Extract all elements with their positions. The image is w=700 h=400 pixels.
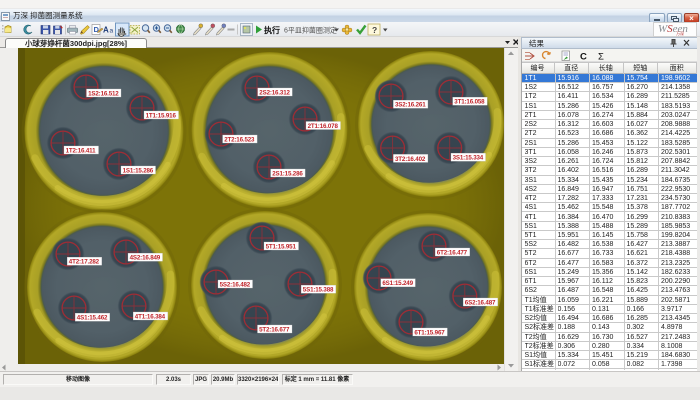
svg-text:D: D <box>94 25 100 34</box>
svg-text:3S2:16.261: 3S2:16.261 <box>395 102 426 109</box>
svg-text:4S2:16.849: 4S2:16.849 <box>130 255 161 262</box>
svg-text:2T1:16.078: 2T1:16.078 <box>308 123 339 130</box>
svg-text:6T1:15.967: 6T1:15.967 <box>414 329 445 336</box>
svg-text:5T1:15.951: 5T1:15.951 <box>266 243 297 250</box>
svg-text:A: A <box>103 26 109 35</box>
svg-text:2S1:15.286: 2S1:15.286 <box>272 170 303 177</box>
svg-text:5S2:16.482: 5S2:16.482 <box>220 281 251 288</box>
svg-text:6T2:16.477: 6T2:16.477 <box>437 249 468 256</box>
svg-text:3T1:16.058: 3T1:16.058 <box>454 99 485 106</box>
svg-text:1S1:15.286: 1S1:15.286 <box>123 167 154 174</box>
svg-text:6S1:15.249: 6S1:15.249 <box>382 280 413 287</box>
svg-text:6S2:16.487: 6S2:16.487 <box>465 299 496 306</box>
svg-text:a: a <box>110 28 114 35</box>
svg-text:4T2:17.282: 4T2:17.282 <box>69 259 100 266</box>
svg-text:3T2:16.402: 3T2:16.402 <box>395 156 426 163</box>
svg-text:5S1:15.388: 5S1:15.388 <box>303 287 334 294</box>
svg-text:?: ? <box>372 25 377 35</box>
svg-text:2S2:16.312: 2S2:16.312 <box>259 89 290 96</box>
svg-text:5T2:16.677: 5T2:16.677 <box>259 326 290 333</box>
svg-text:4T1:16.384: 4T1:16.384 <box>135 313 166 320</box>
svg-text:1T1:15.916: 1T1:15.916 <box>146 112 177 119</box>
svg-text:6平皿抑菌圈测定: 6平皿抑菌圈测定 <box>284 26 337 35</box>
svg-text:2T2:16.523: 2T2:16.523 <box>224 136 255 143</box>
svg-text:1S2:16.512: 1S2:16.512 <box>88 90 119 97</box>
svg-text:3S1:15.334: 3S1:15.334 <box>453 155 484 162</box>
svg-text:Σ: Σ <box>598 52 604 63</box>
svg-text:4S1:15.462: 4S1:15.462 <box>77 315 108 322</box>
svg-text:C: C <box>580 52 587 63</box>
svg-text:1T2:16.411: 1T2:16.411 <box>66 147 97 154</box>
svg-text:执行: 执行 <box>264 25 280 35</box>
